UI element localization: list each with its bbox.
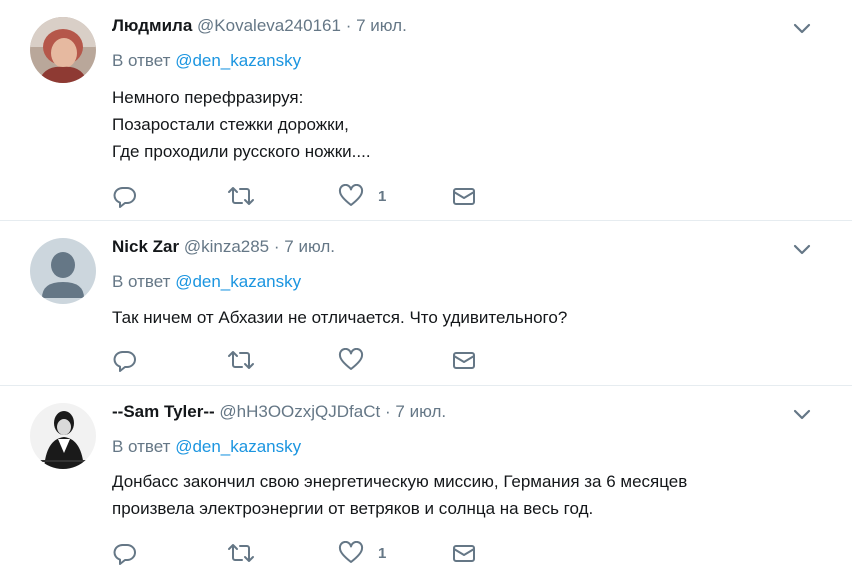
retweet-icon: [228, 187, 254, 205]
reply-icon: [113, 351, 136, 372]
like-icon: [338, 184, 364, 206]
reply-button[interactable]: [112, 184, 140, 208]
author-name[interactable]: --Sam Tyler--: [112, 402, 215, 421]
tweet-text: Так ничем от Абхазии не отличается. Что …: [112, 304, 567, 331]
retweet-button[interactable]: [226, 348, 256, 372]
tweet-text-line: Донбасс закончил свою энергетическую мис…: [112, 472, 688, 491]
like-icon: [338, 541, 364, 563]
reply-mention-link[interactable]: @den_kazansky: [175, 51, 301, 70]
reply-context: В ответ @den_kazansky: [112, 437, 301, 457]
tweet-text-line: Немного перефразируя:: [112, 88, 304, 107]
like-button[interactable]: [338, 541, 368, 565]
reply-context: В ответ @den_kazansky: [112, 272, 301, 292]
author-handle[interactable]: @hH3OOzxjQJDfaCt: [219, 402, 380, 421]
tweet-header: Людмила @Kovaleva240161 · 7 июл.: [112, 16, 407, 36]
message-button[interactable]: [452, 184, 478, 208]
avatar-photo: [30, 17, 96, 83]
like-button[interactable]: [338, 348, 368, 372]
tweet-text-line: Так ничем от Абхазии не отличается. Что …: [112, 308, 568, 327]
reply-context: В ответ @den_kazansky: [112, 51, 301, 71]
retweet-button[interactable]: [226, 184, 256, 208]
message-button[interactable]: [452, 541, 478, 565]
message-icon: [453, 545, 475, 562]
separator-dot: ·: [384, 402, 391, 421]
like-count: 1: [378, 545, 387, 562]
reply-mention-link[interactable]: @den_kazansky: [175, 272, 301, 291]
default-avatar-icon: [30, 238, 96, 304]
like-count: 1: [378, 188, 387, 205]
reply-mention-link[interactable]: @den_kazansky: [175, 437, 301, 456]
author-handle[interactable]: @kinza285: [184, 237, 269, 256]
tweet-text-line: Позаростали стежки дорожки,: [112, 115, 349, 134]
message-icon: [453, 352, 475, 369]
separator-dot: ·: [273, 237, 280, 256]
timestamp[interactable]: 7 июл.: [395, 402, 446, 421]
like-icon: [338, 348, 364, 370]
author-handle[interactable]: @Kovaleva240161: [197, 16, 341, 35]
reply-prefix: В ответ: [112, 437, 171, 456]
tweet[interactable]: --Sam Tyler-- @hH3OOzxjQJDfaCt · 7 июл. …: [0, 386, 852, 571]
retweet-icon: [228, 351, 254, 369]
timestamp[interactable]: 7 июл.: [356, 16, 407, 35]
tweet[interactable]: Людмила @Kovaleva240161 · 7 июл. В ответ…: [0, 0, 852, 220]
separator-dot: ·: [345, 16, 352, 35]
message-icon: [453, 188, 475, 205]
author-name[interactable]: Людмила: [112, 16, 192, 35]
retweet-icon: [228, 544, 254, 562]
message-button[interactable]: [452, 348, 478, 372]
chevron-down-icon[interactable]: [792, 243, 812, 257]
tweet-header: Nick Zar @kinza285 · 7 июл.: [112, 237, 335, 257]
reply-prefix: В ответ: [112, 51, 171, 70]
tweet-text-line: произвела электроэнергии от ветряков и с…: [112, 499, 594, 518]
avatar[interactable]: [30, 17, 96, 83]
tweet-text: Немного перефразируя: Позаростали стежки…: [112, 84, 371, 165]
chevron-down-icon[interactable]: [792, 408, 812, 422]
timestamp[interactable]: 7 июл.: [284, 237, 335, 256]
tweet-header: --Sam Tyler-- @hH3OOzxjQJDfaCt · 7 июл.: [112, 402, 446, 422]
reply-icon: [113, 544, 136, 565]
avatar[interactable]: [30, 403, 96, 469]
retweet-button[interactable]: [226, 541, 256, 565]
chevron-down-icon[interactable]: [792, 22, 812, 36]
action-bar: [112, 348, 492, 372]
tweet-text-line: Где проходили русского ножки....: [112, 142, 371, 161]
tweet-text: Донбасс закончил свою энергетическую мис…: [112, 468, 687, 522]
tweet[interactable]: Nick Zar @kinza285 · 7 июл. В ответ @den…: [0, 221, 852, 384]
reply-prefix: В ответ: [112, 272, 171, 291]
action-bar: 1: [112, 184, 492, 208]
author-name[interactable]: Nick Zar: [112, 237, 179, 256]
avatar-photo: [30, 403, 96, 469]
action-bar: 1: [112, 541, 492, 565]
reply-button[interactable]: [112, 541, 140, 565]
avatar[interactable]: [30, 238, 96, 304]
reply-button[interactable]: [112, 348, 140, 372]
reply-icon: [113, 187, 136, 208]
like-button[interactable]: [338, 184, 368, 208]
